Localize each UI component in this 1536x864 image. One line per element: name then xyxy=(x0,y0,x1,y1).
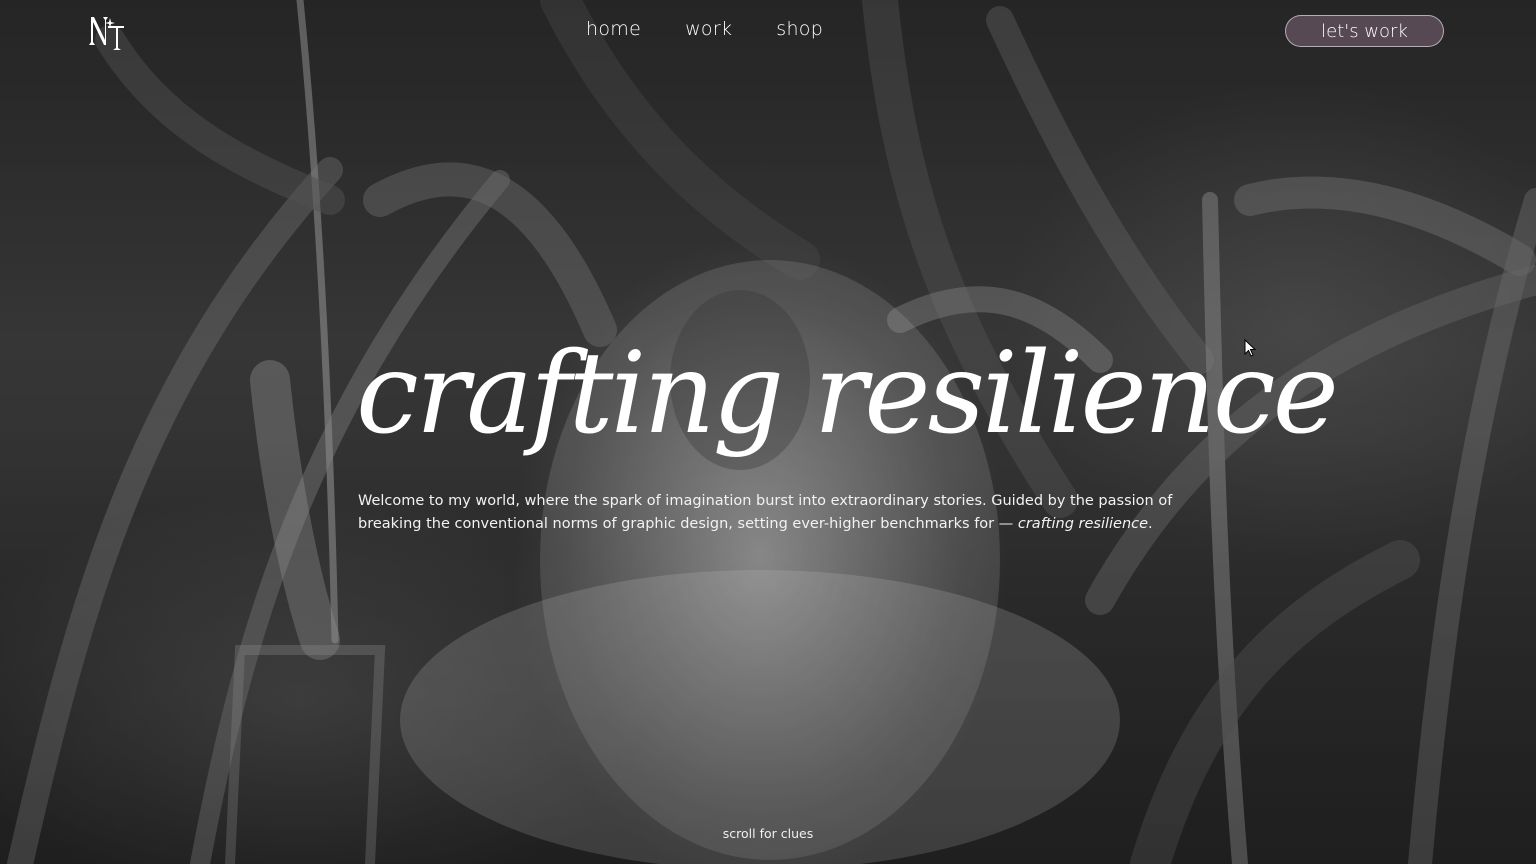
scroll-hint[interactable]: scroll for clues xyxy=(0,826,1536,841)
logo-icon xyxy=(89,17,124,50)
nav-link-home[interactable]: home xyxy=(586,18,641,40)
hero-intro-paragraph: Welcome to my world, where the spark of … xyxy=(358,490,1182,536)
hero-section: home work shop let's work crafting resil… xyxy=(0,0,1536,864)
nt-monogram-logo[interactable] xyxy=(88,12,132,52)
intro-end: . xyxy=(1148,516,1153,532)
main-nav: home work shop xyxy=(586,18,823,40)
nav-link-shop[interactable]: shop xyxy=(776,18,823,40)
hero-headline: crafting resilience xyxy=(356,329,1339,459)
nav-link-work[interactable]: work xyxy=(685,18,732,40)
intro-emphasis: crafting resilience xyxy=(1017,516,1149,532)
mouse-cursor-icon xyxy=(1244,338,1257,357)
lets-work-button[interactable]: let's work xyxy=(1285,15,1444,47)
